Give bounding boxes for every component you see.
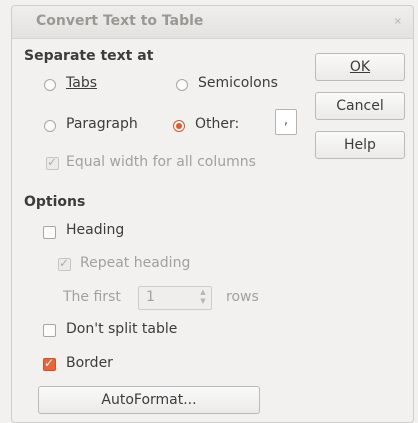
- cancel-button[interactable]: Cancel: [315, 92, 405, 120]
- checkmark-icon: ✓: [47, 155, 58, 169]
- border-label: Border: [66, 355, 113, 371]
- other-separator-input[interactable]: ,: [275, 109, 297, 135]
- paragraph-radio[interactable]: [44, 120, 56, 132]
- spin-arrows-icon[interactable]: ▲ ▼: [198, 288, 208, 308]
- equal-width-checkbox[interactable]: ✓: [46, 155, 59, 170]
- tabs-radio[interactable]: [44, 79, 56, 91]
- help-button[interactable]: Help: [315, 131, 405, 159]
- other-radio[interactable]: [173, 120, 185, 132]
- dialog-title: Convert Text to Table: [36, 13, 204, 29]
- tabs-label: Tabs: [66, 75, 97, 91]
- semicolons-label: Semicolons: [198, 75, 278, 91]
- heading-checkbox[interactable]: [43, 226, 56, 239]
- checkmark-icon: ✓: [44, 356, 55, 370]
- equal-width-label: Equal width for all columns: [66, 154, 256, 170]
- paragraph-label: Paragraph: [66, 116, 138, 132]
- rows-value: 1: [146, 289, 155, 305]
- heading-label: Heading: [66, 222, 125, 238]
- semicolons-radio[interactable]: [176, 79, 188, 91]
- title-bar: Convert Text to Table ×: [12, 6, 413, 39]
- repeat-heading-checkbox[interactable]: ✓: [58, 256, 71, 271]
- dont-split-table-label: Don't split table: [66, 321, 178, 337]
- dont-split-table-checkbox[interactable]: [43, 324, 56, 337]
- the-first-label: The first: [63, 289, 121, 305]
- close-icon[interactable]: ×: [394, 16, 402, 27]
- autoformat-button[interactable]: AutoFormat...: [38, 386, 260, 414]
- other-label: Other:: [195, 116, 240, 132]
- rows-label: rows: [226, 289, 259, 305]
- options-heading: Options: [24, 194, 86, 210]
- border-checkbox[interactable]: ✓: [43, 356, 56, 371]
- checkmark-icon: ✓: [59, 256, 70, 270]
- rows-spin-field[interactable]: 1 ▲ ▼: [138, 286, 212, 310]
- ok-button[interactable]: OK: [315, 53, 405, 81]
- separate-text-heading: Separate text at: [24, 48, 154, 64]
- repeat-heading-label: Repeat heading: [80, 255, 191, 271]
